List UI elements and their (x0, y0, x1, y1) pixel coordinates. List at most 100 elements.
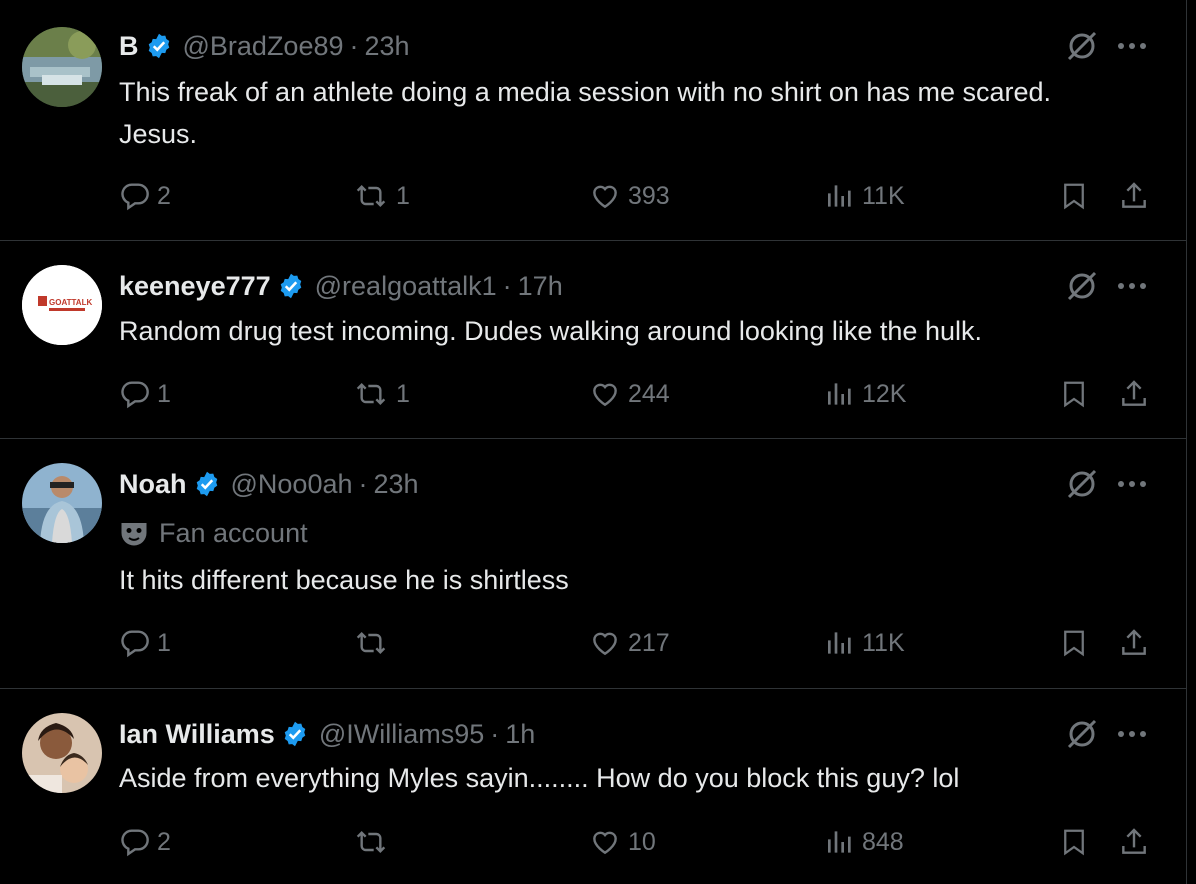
fan-account-label: Fan account (119, 513, 308, 553)
verified-badge-icon (193, 470, 221, 498)
share-icon[interactable] (1114, 176, 1154, 216)
tweet-text: This freak of an athlete doing a media s… (119, 77, 1052, 149)
views-button[interactable]: 11K (824, 176, 905, 216)
bookmark-icon[interactable] (1054, 374, 1094, 414)
view-count: 12K (862, 379, 907, 408)
avatar[interactable] (22, 463, 102, 543)
share-icon[interactable] (1114, 623, 1154, 663)
separator-dot: · (349, 30, 359, 61)
timestamp[interactable]: 17h (518, 271, 563, 302)
timestamp[interactable]: 23h (365, 31, 410, 62)
heart-icon (593, 383, 617, 407)
like-count: 10 (628, 827, 656, 856)
tweet-text: It hits different because he is shirtles… (119, 565, 569, 595)
avatar[interactable]: GOATTALK (22, 265, 102, 345)
retweet-button[interactable]: 1 (352, 176, 410, 216)
reply-icon (121, 829, 149, 857)
grok-icon[interactable] (1062, 266, 1102, 306)
tweet-text: Aside from everything Myles sayin.......… (119, 763, 960, 793)
more-options-icon[interactable] (1114, 714, 1150, 754)
analytics-icon (828, 632, 851, 654)
separator-dot: · (490, 718, 500, 749)
user-handle[interactable]: @IWilliams95 (319, 719, 484, 750)
retweet-icon (356, 382, 386, 406)
reply-count: 1 (157, 379, 171, 408)
heart-icon (593, 632, 617, 656)
timestamp[interactable]: 23h (374, 469, 419, 500)
display-name[interactable]: Ian Williams (119, 719, 275, 750)
like-button[interactable]: 244 (588, 374, 670, 414)
label-text: Fan account (159, 517, 308, 548)
like-button[interactable]: 10 (588, 822, 656, 862)
views-button[interactable]: 848 (824, 822, 904, 862)
reply-icon (121, 183, 149, 211)
reply-count: 1 (157, 628, 171, 657)
retweet-button[interactable] (352, 822, 396, 862)
tweet-header: Noah @Noo0ah · 23h (119, 464, 419, 504)
more-options-icon[interactable] (1114, 266, 1150, 306)
views-button[interactable]: 11K (824, 623, 905, 663)
reply-button[interactable]: 1 (119, 374, 171, 414)
more-options-icon[interactable] (1114, 464, 1150, 504)
grok-icon[interactable] (1062, 464, 1102, 504)
grok-icon[interactable] (1062, 26, 1102, 66)
user-handle[interactable]: @Noo0ah (231, 469, 353, 500)
reply-button[interactable]: 1 (119, 623, 171, 663)
share-icon[interactable] (1114, 374, 1154, 414)
like-button[interactable]: 217 (588, 623, 670, 663)
retweet-icon (356, 184, 386, 208)
retweet-icon (356, 830, 386, 854)
retweet-icon (356, 631, 386, 655)
retweet-button[interactable]: 1 (352, 374, 410, 414)
bookmark-icon[interactable] (1054, 822, 1094, 862)
reply-button[interactable]: 2 (119, 176, 171, 216)
verified-badge-icon (277, 272, 305, 300)
user-handle[interactable]: @BradZoe89 (183, 31, 344, 62)
display-name[interactable]: B (119, 31, 139, 62)
reply-button[interactable]: 2 (119, 822, 171, 862)
tweet[interactable]: Ian Williams @IWilliams95 · 1h Aside fro… (0, 689, 1186, 884)
display-name[interactable]: keeneye777 (119, 271, 271, 302)
tweet[interactable]: GOATTALK keeneye777 @realgoattalk1 · 17h… (0, 241, 1186, 439)
retweet-button[interactable] (352, 623, 396, 663)
separator-dot: · (502, 270, 512, 301)
retweet-count: 1 (396, 379, 410, 408)
view-count: 11K (862, 628, 905, 657)
like-count: 217 (628, 628, 670, 657)
avatar-logo-text: GOATTALK (49, 298, 92, 307)
reply-icon (121, 381, 149, 409)
reply-count: 2 (157, 181, 171, 210)
user-handle[interactable]: @realgoattalk1 (315, 271, 497, 302)
view-count: 848 (862, 827, 904, 856)
like-count: 244 (628, 379, 670, 408)
tweet[interactable]: Noah @Noo0ah · 23h Fan account It hits d… (0, 439, 1186, 689)
grok-icon[interactable] (1062, 714, 1102, 754)
tweet-text: Random drug test incoming. Dudes walking… (119, 316, 982, 346)
tweet-header: keeneye777 @realgoattalk1 · 17h (119, 266, 563, 306)
analytics-icon (828, 185, 851, 207)
avatar[interactable] (22, 713, 102, 793)
tweet[interactable]: B @BradZoe89 · 23h This freak of an athl… (0, 0, 1186, 241)
separator-dot: · (358, 468, 368, 499)
like-button[interactable]: 393 (588, 176, 670, 216)
views-button[interactable]: 12K (824, 374, 906, 414)
like-count: 393 (628, 181, 670, 210)
avatar[interactable] (22, 27, 102, 107)
bookmark-icon[interactable] (1054, 623, 1094, 663)
tweet-feed: B @BradZoe89 · 23h This freak of an athl… (0, 0, 1187, 884)
share-icon[interactable] (1114, 822, 1154, 862)
tweet-header: B @BradZoe89 · 23h (119, 26, 410, 66)
verified-badge-icon (145, 32, 173, 60)
bookmark-icon[interactable] (1054, 176, 1094, 216)
more-options-icon[interactable] (1114, 26, 1150, 66)
retweet-count: 1 (396, 181, 410, 210)
analytics-icon (828, 831, 851, 853)
view-count: 11K (862, 181, 905, 210)
display-name[interactable]: Noah (119, 469, 187, 500)
analytics-icon (828, 383, 851, 405)
mask-icon (119, 519, 149, 547)
reply-icon (121, 630, 149, 658)
reply-count: 2 (157, 827, 171, 856)
heart-icon (593, 185, 617, 209)
timestamp[interactable]: 1h (505, 719, 535, 750)
